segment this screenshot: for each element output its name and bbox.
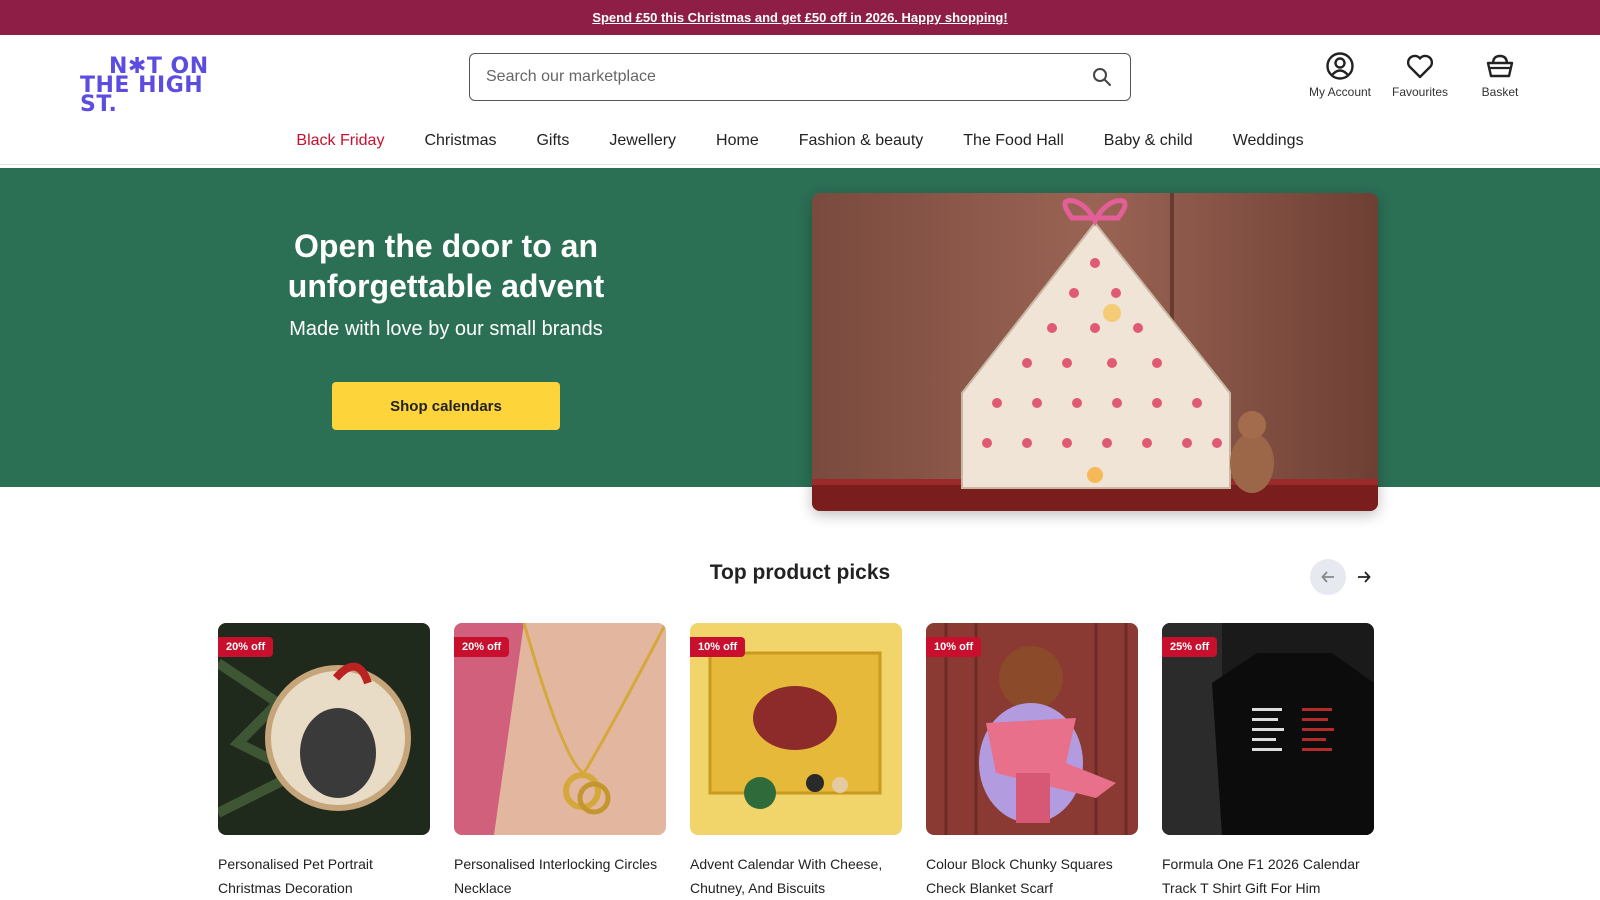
carousel-next-button[interactable] <box>1346 559 1382 595</box>
heart-icon <box>1406 54 1434 79</box>
nav-item-home[interactable]: Home <box>696 132 779 150</box>
advent-calendar-image[interactable] <box>812 193 1378 511</box>
product-name[interactable]: Advent Calendar With Cheese, Chutney, An… <box>690 852 902 900</box>
basket-icon <box>1486 54 1514 78</box>
search-input[interactable] <box>486 68 1090 86</box>
basket-button[interactable]: Basket <box>1460 51 1540 99</box>
site-logo[interactable]: N✱T ON THE HIGH ST. <box>80 56 238 116</box>
header-actions: My Account Favourites Basket <box>1300 51 1540 99</box>
carousel-prev-button[interactable] <box>1310 559 1346 595</box>
nav-item-baby-child[interactable]: Baby & child <box>1084 132 1213 150</box>
shop-calendars-button[interactable]: Shop calendars <box>332 382 560 430</box>
product-card[interactable]: 25% off Formula One F1 2026 Calendar Tra… <box>1162 623 1374 900</box>
my-account-label: My Account <box>1308 85 1372 99</box>
product-image[interactable]: 20% off <box>454 623 666 835</box>
arrow-left-icon <box>1321 571 1334 583</box>
product-name[interactable]: Formula One F1 2026 Calendar Track T Shi… <box>1162 852 1374 900</box>
account-icon <box>1326 52 1354 80</box>
discount-badge: 20% off <box>454 637 510 657</box>
nav-item-fashion-beauty[interactable]: Fashion & beauty <box>779 132 944 150</box>
hero-subtitle: Made with love by our small brands <box>289 318 603 340</box>
favourites-button[interactable]: Favourites <box>1380 51 1460 99</box>
promo-bar: Spend £50 this Christmas and get £50 off… <box>0 0 1600 35</box>
discount-badge: 20% off <box>218 637 274 657</box>
product-card[interactable]: 20% off Personalised Pet Portrait Christ… <box>218 623 430 900</box>
discount-badge: 10% off <box>926 637 982 657</box>
basket-label: Basket <box>1481 85 1519 99</box>
product-image[interactable]: 10% off <box>690 623 902 835</box>
nav-item-gifts[interactable]: Gifts <box>516 132 589 150</box>
nav-item-jewellery[interactable]: Jewellery <box>589 132 696 150</box>
logo-line-2: THE HIGH ST. <box>80 73 204 117</box>
main-nav: Black Friday Christmas Gifts Jewellery H… <box>0 118 1600 165</box>
product-card[interactable]: 10% off Advent Calendar With Cheese, Chu… <box>690 623 902 900</box>
my-account-button[interactable]: My Account <box>1300 51 1380 99</box>
product-image[interactable]: 10% off <box>926 623 1138 835</box>
product-name[interactable]: Personalised Interlocking Circles Neckla… <box>454 852 666 900</box>
product-name[interactable]: Personalised Pet Portrait Christmas Deco… <box>218 852 430 900</box>
product-card[interactable]: 20% off Personalised Interlocking Circle… <box>454 623 666 900</box>
product-carousel: 20% off Personalised Pet Portrait Christ… <box>218 623 1374 900</box>
nav-item-christmas[interactable]: Christmas <box>404 132 516 150</box>
favourites-label: Favourites <box>1391 85 1449 99</box>
hero-title: Open the door to an unforgettable advent <box>287 228 605 304</box>
nav-item-food-hall[interactable]: The Food Hall <box>943 132 1084 150</box>
hero-text: Open the door to an unforgettable advent… <box>246 226 646 341</box>
nav-item-black-friday[interactable]: Black Friday <box>276 132 404 150</box>
search-bar <box>469 53 1131 101</box>
product-card[interactable]: 10% off Colour Block Chunky Squares Chec… <box>926 623 1138 900</box>
search-icon[interactable] <box>1090 65 1114 89</box>
arrow-right-icon <box>1358 571 1371 583</box>
product-image[interactable]: 25% off <box>1162 623 1374 835</box>
discount-badge: 10% off <box>690 637 746 657</box>
product-image[interactable]: 20% off <box>218 623 430 835</box>
promo-link[interactable]: Spend £50 this Christmas and get £50 off… <box>592 10 1007 25</box>
discount-badge: 25% off <box>1162 637 1218 657</box>
site-header: N✱T ON THE HIGH ST. My Account Favourite… <box>0 35 1600 118</box>
nav-item-weddings[interactable]: Weddings <box>1213 132 1324 150</box>
product-name[interactable]: Colour Block Chunky Squares Check Blanke… <box>926 852 1138 900</box>
